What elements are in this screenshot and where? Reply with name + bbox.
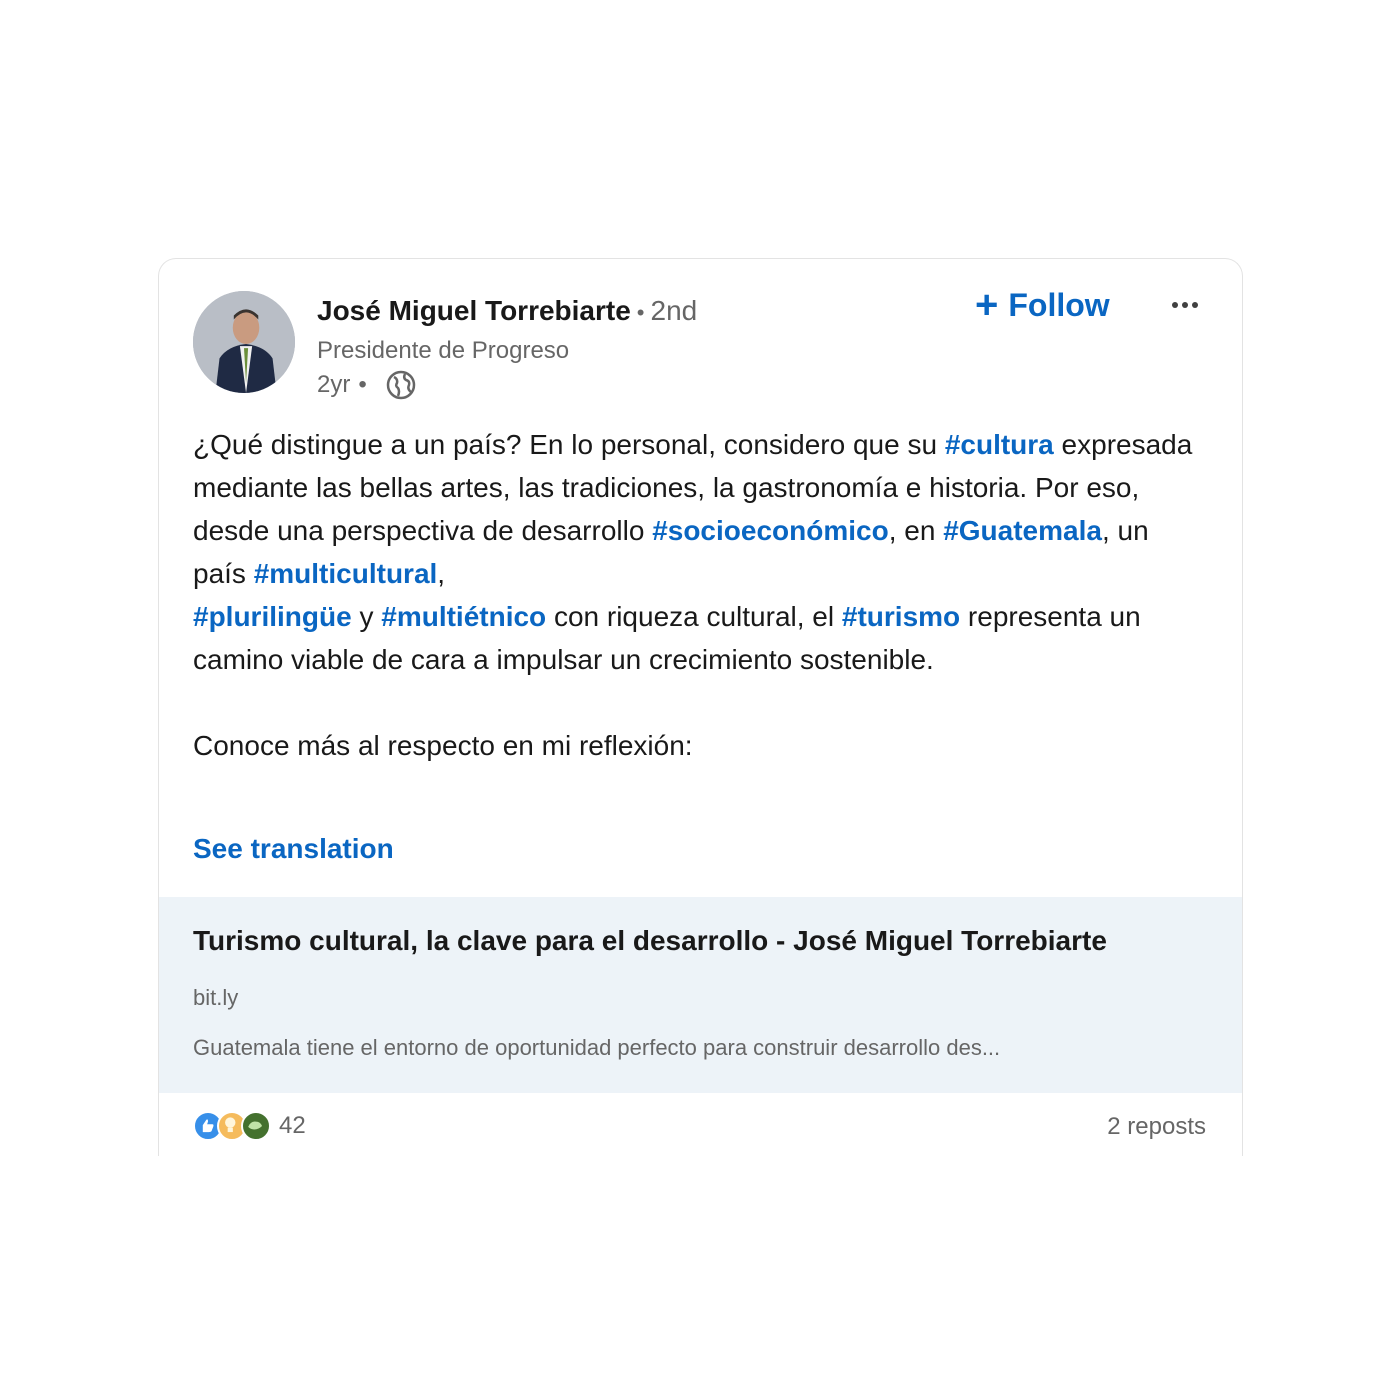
body-text: y [351, 601, 382, 632]
hashtag-cultura[interactable]: #cultura [945, 429, 1054, 460]
more-options-button[interactable] [1165, 285, 1205, 325]
post-time: 2yr [317, 371, 351, 398]
author-name[interactable]: José Miguel Torrebiarte [317, 295, 631, 326]
post-paragraph-2: Conoce más al respecto en mi reflexión: [193, 730, 693, 761]
body-text: , [437, 558, 446, 589]
author-headline: Presidente de Progreso [317, 337, 570, 364]
hashtag-multietnico[interactable]: #multiétnico [381, 601, 546, 632]
see-translation-button[interactable]: See translation [193, 833, 394, 865]
body-text: , en [888, 515, 944, 546]
time-separator: • [358, 371, 367, 398]
author-name-line: José Miguel Torrebiarte • 2nd [317, 295, 697, 327]
avatar-portrait-icon [193, 291, 295, 393]
post-meta: 2yr • [317, 369, 417, 401]
hashtag-guatemala[interactable]: #Guatemala [943, 515, 1102, 546]
link-preview-domain: bit.ly [193, 985, 239, 1010]
link-preview-description: Guatemala tiene el entorno de oportunida… [193, 1035, 1001, 1060]
social-counts: 42 2 reposts [159, 1093, 1242, 1156]
post-body: ¿Qué distingue a un país? En lo personal… [193, 423, 1193, 767]
body-text: con riqueza cultural, el [546, 601, 842, 632]
body-text: ¿Qué distingue a un país? En lo personal… [193, 429, 945, 460]
follow-button[interactable]: + Follow [975, 285, 1110, 325]
support-icon [241, 1111, 271, 1141]
author-avatar[interactable] [193, 291, 295, 393]
link-preview[interactable]: Turismo cultural, la clave para el desar… [159, 897, 1242, 1093]
link-preview-title[interactable]: Turismo cultural, la clave para el desar… [193, 925, 1107, 957]
plus-icon: + [975, 283, 999, 327]
ellipsis-icon [1172, 302, 1198, 308]
connection-degree: 2nd [650, 295, 698, 326]
post-header: José Miguel Torrebiarte • 2nd Presidente d… [159, 259, 1242, 409]
hashtag-turismo[interactable]: #turismo [842, 601, 960, 632]
name-separator: • [636, 300, 645, 325]
hashtag-socioeconomico[interactable]: #socioeconómico [652, 515, 889, 546]
post-paragraph: ¿Qué distingue a un país? En lo personal… [193, 423, 1193, 681]
reposts-count[interactable]: 2 reposts [1107, 1113, 1206, 1141]
reactions-summary[interactable]: 42 [193, 1111, 306, 1141]
reaction-count: 42 [279, 1112, 306, 1139]
globe-icon [385, 369, 417, 401]
post-card: José Miguel Torrebiarte • 2nd Presidente d… [158, 258, 1243, 1156]
hashtag-multicultural[interactable]: #multicultural [254, 558, 438, 589]
follow-label: Follow [1008, 286, 1110, 323]
hashtag-plurilingue[interactable]: #plurilingüe [193, 601, 352, 632]
